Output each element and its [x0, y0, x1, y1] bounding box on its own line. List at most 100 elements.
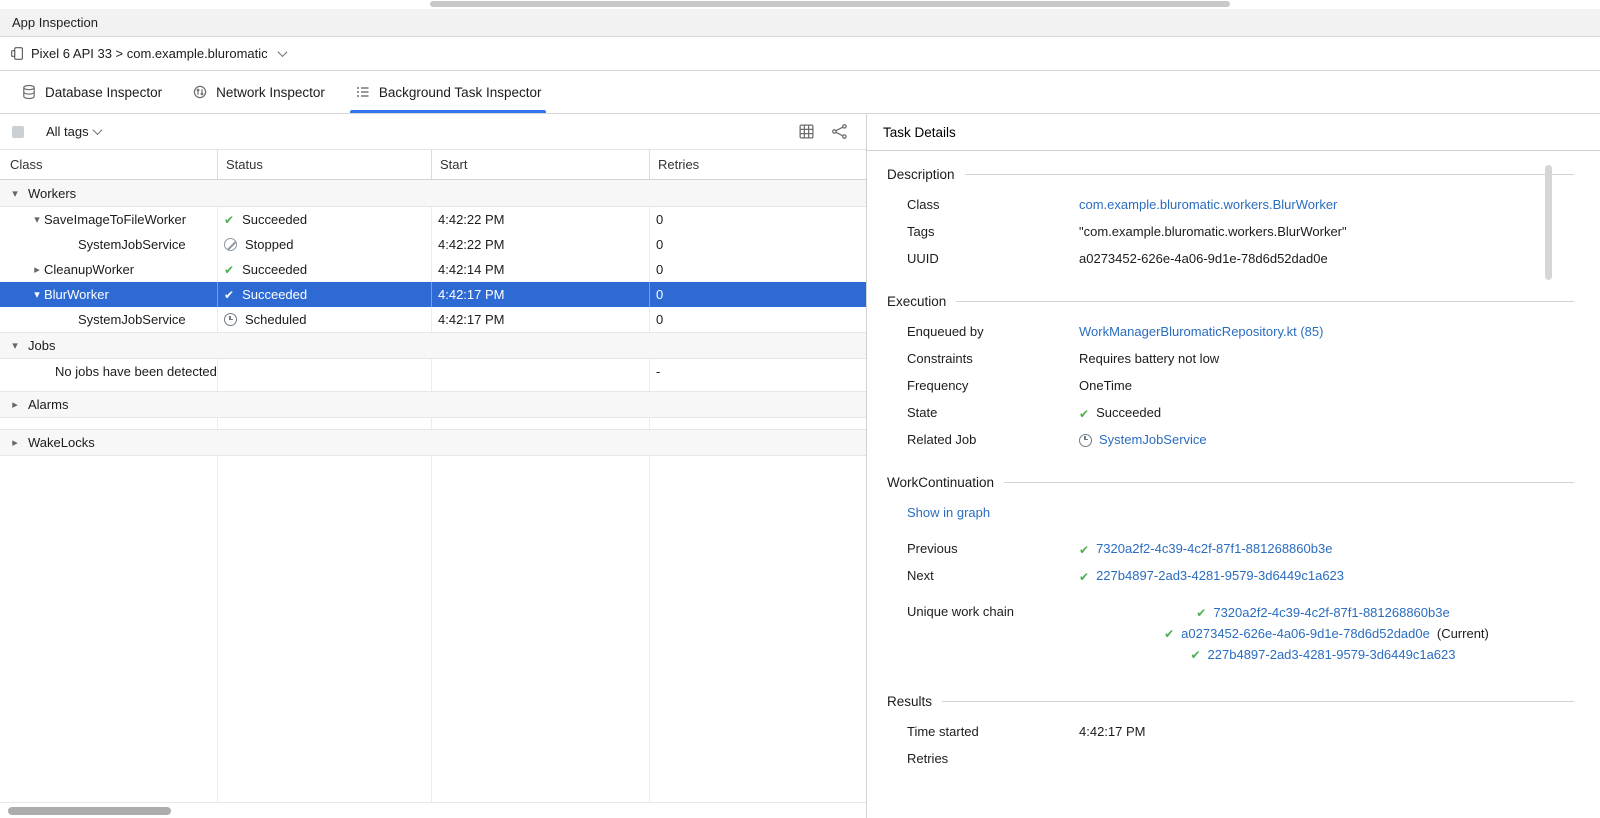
succeeded-icon — [224, 213, 234, 226]
previous-work-link[interactable]: 7320a2f2-4c39-4c2f-87f1-881268860b3e — [1096, 540, 1332, 558]
field-label: Unique work chain — [907, 603, 1079, 664]
enqueued-by-link[interactable]: WorkManagerBluromaticRepository.kt (85) — [1079, 323, 1323, 341]
task-details-body: Description Class com.example.bluromatic… — [867, 151, 1600, 818]
task-tree: Workers SaveImageToFileWorker Succeeded … — [0, 180, 866, 818]
detail-row-previous: Previous 7320a2f2-4c39-4c2f-87f1-8812688… — [907, 540, 1574, 558]
row-class: SystemJobService — [78, 312, 186, 327]
row-retries: - — [650, 359, 866, 384]
tab-database-inspector[interactable]: Database Inspector — [6, 71, 177, 113]
related-job-link[interactable]: SystemJobService — [1099, 431, 1207, 449]
succeeded-icon — [1196, 606, 1206, 619]
state-value: Succeeded — [1096, 404, 1161, 422]
field-label: Constraints — [907, 350, 1079, 368]
top-scrollbar-thumb[interactable] — [430, 1, 1230, 7]
column-retries[interactable]: Retries — [650, 150, 866, 179]
tab-network-inspector[interactable]: Network Inspector — [177, 71, 340, 113]
chevron-down-icon — [8, 187, 22, 200]
class-link[interactable]: com.example.bluromatic.workers.BlurWorke… — [1079, 196, 1337, 214]
section-alarms[interactable]: Alarms — [0, 391, 866, 418]
tab-background-task-inspector[interactable]: Background Task Inspector — [340, 71, 557, 113]
tab-label: Background Task Inspector — [379, 85, 542, 100]
app-inspection-title: App Inspection — [12, 15, 98, 30]
chevron-right-icon — [8, 436, 22, 449]
chevron-right-icon — [8, 398, 22, 411]
chain-work-link[interactable]: a0273452-626e-4a06-9d1e-78d6d52dad0e — [1181, 624, 1430, 643]
scheduled-icon — [224, 313, 237, 326]
table-row-selected[interactable]: BlurWorker Succeeded 4:42:17 PM 0 — [0, 282, 866, 307]
next-work-link[interactable]: 227b4897-2ad3-4281-9579-3d6449c1a623 — [1096, 567, 1344, 585]
chain-work-link[interactable]: 227b4897-2ad3-4281-9579-3d6449c1a623 — [1208, 645, 1456, 664]
column-status[interactable]: Status — [218, 150, 432, 179]
table-row[interactable]: SystemJobService Stopped 4:42:22 PM 0 — [0, 232, 866, 257]
chain-item: a0273452-626e-4a06-9d1e-78d6d52dad0e (Cu… — [1164, 624, 1489, 643]
horizontal-scrollbar-track — [0, 802, 866, 818]
field-label: Previous — [907, 540, 1079, 558]
detail-row-frequency: Frequency OneTime — [907, 377, 1574, 395]
row-start: 4:42:17 PM — [432, 307, 650, 332]
section-jobs[interactable]: Jobs — [0, 332, 866, 359]
table-row[interactable]: SystemJobService Scheduled 4:42:17 PM 0 — [0, 307, 866, 332]
time-started-value: 4:42:17 PM — [1079, 723, 1574, 741]
row-status: Succeeded — [242, 262, 307, 277]
field-label: Next — [907, 567, 1079, 585]
field-label: Enqueued by — [907, 323, 1079, 341]
table-column-header: Class Status Start Retries — [0, 150, 866, 180]
stop-icon[interactable] — [12, 126, 24, 138]
table-row[interactable]: CleanupWorker Succeeded 4:42:14 PM 0 — [0, 257, 866, 282]
tab-label: Network Inspector — [216, 85, 325, 100]
vertical-scrollbar-thumb[interactable] — [1545, 165, 1552, 280]
detail-row-unique-work-chain: Unique work chain 7320a2f2-4c39-4c2f-87f… — [907, 603, 1574, 664]
network-icon — [192, 84, 208, 100]
chain-work-link[interactable]: 7320a2f2-4c39-4c2f-87f1-881268860b3e — [1213, 603, 1449, 622]
device-icon — [10, 46, 25, 61]
section-workers[interactable]: Workers — [0, 180, 866, 207]
section-label: WakeLocks — [28, 435, 95, 450]
row-retries: 0 — [650, 307, 866, 332]
row-start: 4:42:22 PM — [432, 207, 650, 232]
detail-row-state: State Succeeded — [907, 404, 1574, 422]
section-label: Jobs — [28, 338, 55, 353]
device-process-bar[interactable]: Pixel 6 API 33 > com.example.bluromatic — [0, 37, 1600, 71]
section-wakelocks[interactable]: WakeLocks — [0, 429, 866, 456]
detail-row-related-job: Related Job SystemJobService — [907, 431, 1574, 449]
succeeded-icon — [1079, 407, 1089, 420]
succeeded-icon — [224, 288, 234, 301]
graph-view-icon[interactable] — [831, 123, 848, 140]
chevron-down-icon — [92, 125, 102, 135]
tag-filter-label: All tags — [46, 124, 89, 139]
row-start: 4:42:22 PM — [432, 232, 650, 257]
row-status: Succeeded — [242, 287, 307, 302]
database-icon — [21, 84, 37, 100]
succeeded-icon — [224, 263, 234, 276]
table-row-empty-jobs: No jobs have been detected. - — [0, 359, 866, 384]
horizontal-scrollbar-thumb[interactable] — [8, 807, 171, 815]
column-class[interactable]: Class — [0, 150, 218, 179]
top-scrollbar-track — [0, 0, 1600, 9]
table-row[interactable]: SaveImageToFileWorker Succeeded 4:42:22 … — [0, 207, 866, 232]
uuid-value: a0273452-626e-4a06-9d1e-78d6d52dad0e — [1079, 250, 1574, 268]
table-view-icon[interactable] — [798, 123, 815, 140]
field-label: Time started — [907, 723, 1079, 741]
detail-row-partial: Retries — [907, 750, 1574, 768]
section-execution: Execution — [887, 294, 1574, 309]
inspector-content: All tags — [0, 114, 1600, 818]
show-in-graph-link[interactable]: Show in graph — [907, 504, 990, 522]
frequency-value: OneTime — [1079, 377, 1574, 395]
table-toolbar: All tags — [0, 114, 866, 150]
section-results: Results — [887, 694, 1574, 709]
field-label: State — [907, 404, 1079, 422]
tag-filter-dropdown[interactable]: All tags — [46, 124, 101, 139]
field-label: UUID — [907, 250, 1079, 268]
row-class: SaveImageToFileWorker — [44, 212, 186, 227]
task-details-header: Task Details — [867, 114, 1600, 151]
chevron-right-icon — [30, 263, 44, 276]
row-status: Stopped — [245, 237, 293, 252]
row-start: 4:42:17 PM — [432, 282, 650, 307]
column-start[interactable]: Start — [432, 150, 650, 179]
succeeded-icon — [1079, 543, 1089, 556]
row-retries: 0 — [650, 282, 866, 307]
field-label: Tags — [907, 223, 1079, 241]
chain-item: 7320a2f2-4c39-4c2f-87f1-881268860b3e — [1196, 603, 1456, 622]
detail-row-time-started: Time started 4:42:17 PM — [907, 723, 1574, 741]
field-label: Frequency — [907, 377, 1079, 395]
